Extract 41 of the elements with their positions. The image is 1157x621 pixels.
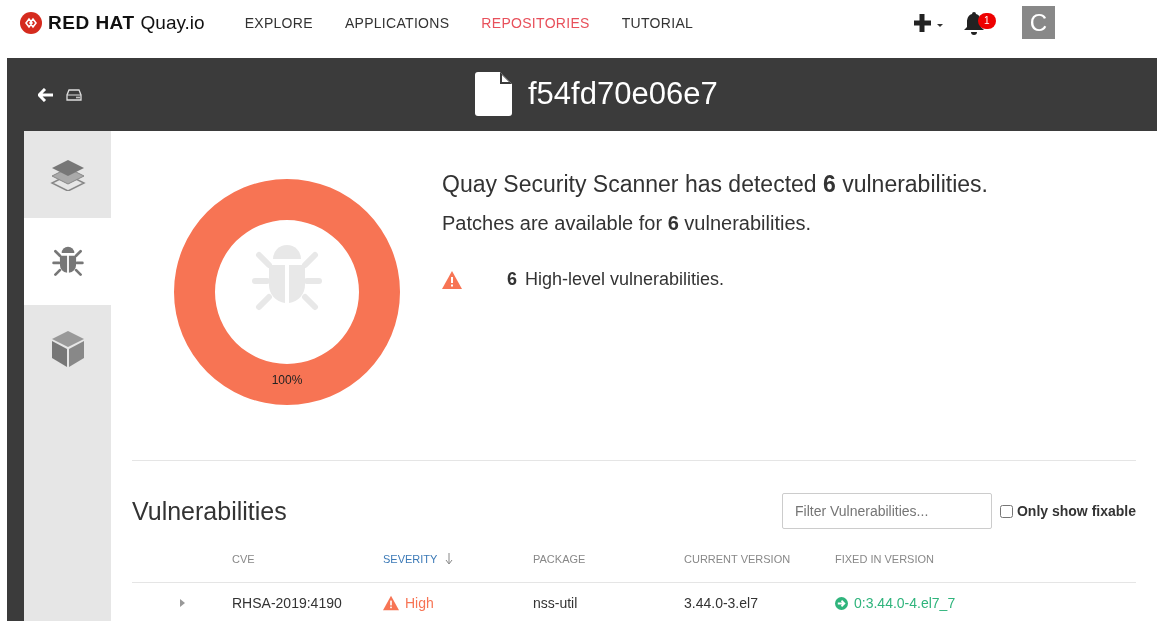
level-label: High-level vulnerabilities. xyxy=(525,269,725,290)
warning-icon xyxy=(442,269,462,290)
checkbox-label: Only show fixable xyxy=(1016,503,1136,519)
nav-link[interactable]: TUTORIAL xyxy=(621,14,694,31)
column-header[interactable]: CVE xyxy=(232,552,255,565)
fixed-version: 0:3.44.0-4.el7_7 xyxy=(854,595,956,611)
warning-icon xyxy=(383,595,399,611)
expand-caret-icon[interactable] xyxy=(178,599,186,607)
table-cell: nss-util xyxy=(533,595,578,611)
column-header[interactable]: FIXED IN VERSION xyxy=(835,552,935,565)
table-cell: RHSA-2019:4190 xyxy=(232,595,342,611)
notification-badge: 1 xyxy=(978,12,996,29)
user-avatar[interactable]: C xyxy=(1022,6,1055,39)
brand-name: RED HAT xyxy=(48,11,135,34)
file-icon xyxy=(475,72,512,116)
back-arrow-icon[interactable] xyxy=(38,87,54,102)
sidebar-tab[interactable] xyxy=(24,218,111,305)
fixable-checkbox[interactable] xyxy=(999,504,1013,518)
layers-icon xyxy=(49,158,86,191)
scan-summary: Quay Security Scanner has detected 6 vulnerabilities. xyxy=(442,171,988,198)
column-header[interactable]: PACKAGE xyxy=(533,552,586,565)
filter-field[interactable]: Filter Vulnerabilities... xyxy=(781,493,992,529)
nav-link[interactable]: EXPLORE xyxy=(244,14,313,31)
section-title: Vulnerabilities xyxy=(132,496,287,526)
logo-icon xyxy=(20,11,42,34)
patch-summary: Patches are available for 6 vulnerabilities. xyxy=(442,212,813,235)
product-name: Quay.io xyxy=(140,11,205,34)
sort-arrow-icon xyxy=(445,552,454,565)
table-cell: 3.44.0-3.el7 xyxy=(684,595,758,611)
image-title: f54fd70e06e7 xyxy=(528,76,718,112)
severity-label: High xyxy=(405,595,434,611)
arrow-circle-icon xyxy=(835,596,848,610)
column-header[interactable]: CURRENT VERSION xyxy=(684,552,791,565)
add-menu-icon[interactable] xyxy=(914,12,946,33)
percent-label: 100% xyxy=(271,373,303,387)
vulnerability-count: 6 xyxy=(507,269,517,290)
nav-link[interactable]: REPOSITORIES xyxy=(481,14,590,31)
drive-icon xyxy=(66,88,82,101)
box-icon xyxy=(50,329,85,368)
nav-link[interactable]: APPLICATIONS xyxy=(344,14,450,31)
column-header[interactable]: SEVERITY xyxy=(383,552,438,565)
